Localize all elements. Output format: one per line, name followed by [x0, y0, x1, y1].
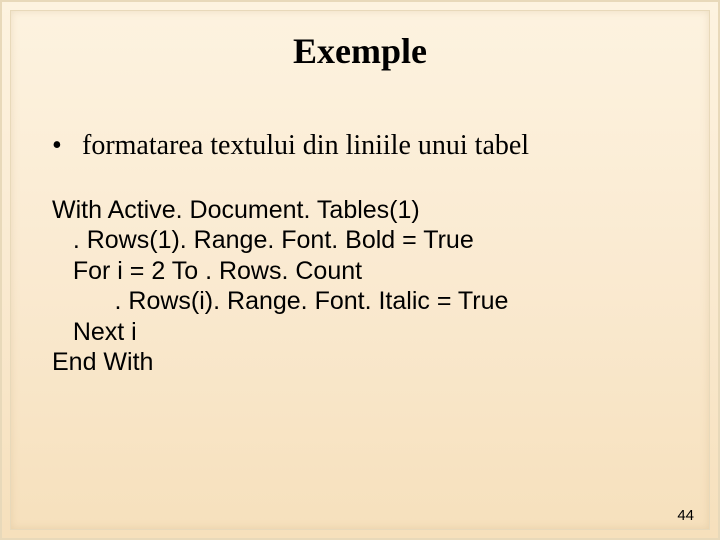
- code-line: For i = 2 To . Rows. Count: [52, 257, 362, 285]
- code-line: . Rows(i). Range. Font. Italic = True: [52, 287, 508, 315]
- bullet-marker: •: [52, 130, 82, 162]
- code-line: Next i: [52, 318, 137, 346]
- slide-title: Exemple: [2, 30, 718, 72]
- page-number: 44: [677, 507, 694, 524]
- code-line: With Active. Document. Tables(1): [52, 196, 420, 224]
- slide: Exemple • formatarea textului din liniil…: [0, 0, 720, 540]
- bullet-item: • formatarea textului din liniile unui t…: [52, 130, 678, 162]
- code-block: With Active. Document. Tables(1) . Rows(…: [52, 164, 678, 408]
- code-line: . Rows(1). Range. Font. Bold = True: [52, 226, 474, 254]
- code-line: End With: [52, 348, 153, 376]
- slide-content: • formatarea textului din liniile unui t…: [2, 130, 718, 408]
- bullet-text: formatarea textului din liniile unui tab…: [82, 130, 678, 162]
